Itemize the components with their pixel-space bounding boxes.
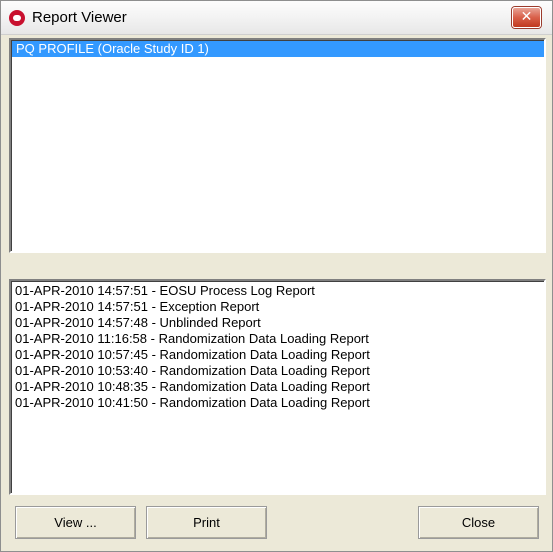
report-list[interactable]: 01-APR-2010 14:57:51 - EOSU Process Log … — [9, 279, 546, 495]
title-bar[interactable]: Report Viewer ✕ — [1, 1, 552, 35]
report-list-item[interactable]: 01-APR-2010 14:57:48 - Unblinded Report — [11, 315, 544, 331]
print-button[interactable]: Print — [146, 506, 267, 539]
report-list-item[interactable]: 01-APR-2010 10:48:35 - Randomization Dat… — [11, 379, 544, 395]
study-list[interactable]: PQ PROFILE (Oracle Study ID 1) — [9, 38, 546, 253]
report-list-item[interactable]: 01-APR-2010 11:16:58 - Randomization Dat… — [11, 331, 544, 347]
view-button-mnemonic: V — [54, 515, 63, 530]
oracle-logo-icon — [9, 10, 25, 26]
report-list-item[interactable]: 01-APR-2010 10:53:40 - Randomization Dat… — [11, 363, 544, 379]
view-button-label: iew ... — [62, 515, 97, 530]
report-list-item[interactable]: 01-APR-2010 14:57:51 - EOSU Process Log … — [11, 283, 544, 299]
report-viewer-window: Report Viewer ✕ PQ PROFILE (Oracle Study… — [0, 0, 553, 552]
close-button-label: lose — [471, 515, 496, 530]
report-list-item[interactable]: 01-APR-2010 10:41:50 - Randomization Dat… — [11, 395, 544, 411]
report-list-item[interactable]: 01-APR-2010 14:57:51 - Exception Report — [11, 299, 544, 315]
view-button[interactable]: View ... — [15, 506, 136, 539]
close-icon[interactable]: ✕ — [512, 7, 541, 28]
print-button-label: rint — [201, 515, 220, 530]
close-button[interactable]: Close — [418, 506, 539, 539]
study-list-item[interactable]: PQ PROFILE (Oracle Study ID 1) — [12, 41, 544, 57]
window-title: Report Viewer — [32, 9, 127, 26]
print-button-mnemonic: P — [193, 515, 202, 530]
report-list-item[interactable]: 01-APR-2010 10:57:45 - Randomization Dat… — [11, 347, 544, 363]
close-button-mnemonic: C — [461, 515, 472, 530]
